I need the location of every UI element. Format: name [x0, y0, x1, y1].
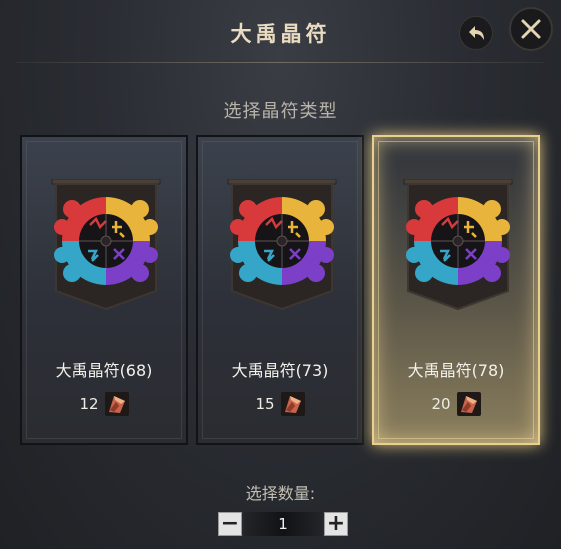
material-shard-icon — [104, 392, 129, 416]
decrease-button[interactable]: − — [218, 512, 242, 536]
quantity-value[interactable]: 1 — [244, 512, 322, 536]
increase-button[interactable]: + — [324, 512, 348, 536]
crystal-talisman-emblem-icon — [402, 179, 514, 311]
talisman-name: 大禹晶符(73) — [231, 361, 329, 380]
material-shard-icon — [456, 392, 481, 416]
talisman-option-73[interactable]: 大禹晶符(73) 15 — [196, 135, 364, 445]
return-arrow-icon — [469, 26, 484, 40]
cost-amount: 12 — [79, 395, 99, 413]
crystal-talisman-emblem-icon — [226, 179, 338, 311]
cost-amount: 15 — [255, 395, 275, 413]
talisman-cost: 12 — [22, 391, 186, 417]
close-icon — [521, 19, 541, 39]
header-divider — [16, 62, 545, 63]
talisman-option-68[interactable]: 大禹晶符(68) 12 — [20, 135, 188, 445]
select-type-label: 选择晶符类型 — [223, 101, 338, 122]
material-shard-icon — [280, 392, 305, 416]
talisman-cost: 15 — [198, 391, 362, 417]
quantity-stepper: − 1 + — [218, 512, 348, 536]
talisman-option-78[interactable]: 大禹晶符(78) 20 — [372, 135, 540, 445]
crystal-talisman-dialog: 大禹晶符 选择晶符类型 大禹晶符(68) 12 大禹晶符(73) 15 大禹晶符… — [0, 0, 561, 549]
cost-amount: 20 — [431, 395, 451, 413]
close-button[interactable] — [509, 7, 553, 51]
quantity-label: 选择数量: — [245, 484, 316, 503]
talisman-name: 大禹晶符(68) — [55, 361, 153, 380]
dialog-header: 大禹晶符 — [0, 0, 561, 64]
talisman-cost: 20 — [374, 391, 538, 417]
talisman-name: 大禹晶符(78) — [407, 361, 505, 380]
crystal-talisman-emblem-icon — [50, 179, 162, 311]
back-button[interactable] — [459, 16, 493, 50]
